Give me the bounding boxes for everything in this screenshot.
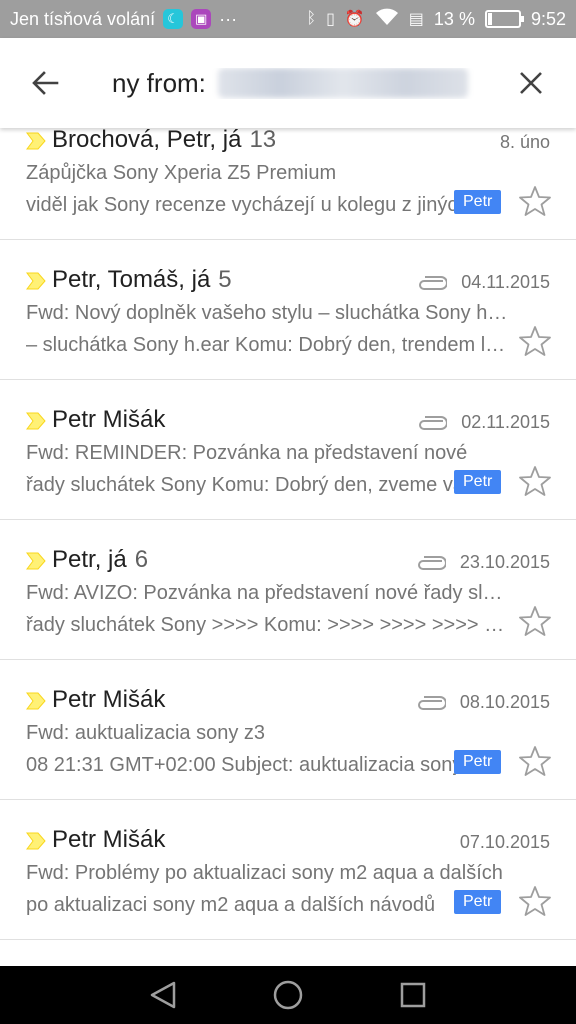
arrow-back-icon [32, 71, 59, 95]
battery-text: 13 % [433, 8, 475, 29]
email-list: Brochová, Petr, já 13 8. úno Zápůjčka Sony … [0, 100, 576, 940]
more-notifications-icon: ··· [219, 8, 238, 29]
battery-icon [484, 10, 524, 28]
back-button[interactable] [0, 38, 90, 128]
label-badge: Petr [454, 190, 502, 214]
email-sender: Petr Mišák [52, 686, 165, 714]
email-sender: Brochová, Petr, já 13 [52, 126, 276, 154]
email-subject: Fwd: AVIZO: Pozvánka na představení nové… [26, 582, 508, 604]
label-badge: Petr [454, 890, 502, 914]
email-subject: Fwd: Problémy po aktualizaci sony m2 aqu… [26, 862, 503, 884]
circle-home-icon [273, 980, 303, 1010]
status-left: Jen tísňová volání ☾ ▣ ··· [10, 9, 306, 30]
clear-search-button[interactable] [486, 38, 576, 128]
email-sender: Petr, Tomáš, já 5 [52, 266, 232, 294]
label-badge: Petr [454, 750, 502, 774]
sender-name: Petr Mišák [52, 686, 166, 713]
alarm-icon: ⏰ [344, 11, 365, 28]
date-text: 07.10.2015 [459, 832, 550, 852]
email-snippet: viděl jak Sony recenze vycházejí u koleg… [26, 194, 456, 216]
sender-name: Petr Mišák [52, 406, 166, 433]
date-text: 02.11.2015 [461, 412, 550, 432]
date-text: 8. úno [499, 132, 550, 152]
email-snippet: po aktualizaci sony m2 aqua a dalších ná… [26, 894, 436, 916]
email-snippet: 08 21:31 GMT+02:00 Subject: auktualizaci… [26, 754, 456, 776]
thread-count: 5 [218, 266, 232, 293]
importance-marker-icon[interactable] [26, 272, 46, 290]
sender-name: Brochová, Petr, já [52, 126, 242, 153]
bluetooth-icon: ᛒ [306, 10, 317, 27]
email-subject: Fwd: Nový doplněk vašeho stylu – sluchát… [26, 302, 508, 324]
sender-name: Petr, Tomáš, já [52, 266, 211, 293]
vibrate-icon: ▯ [326, 11, 335, 28]
star-icon[interactable] [518, 604, 552, 638]
status-bar: Jen tísňová volání ☾ ▣ ··· ᛒ ▯ ⏰ ▤ 13 % … [0, 0, 576, 38]
navigation-bar [0, 966, 576, 1024]
redacted-email [217, 68, 468, 98]
importance-marker-icon[interactable] [26, 832, 46, 850]
wifi-icon [375, 8, 399, 31]
email-date: 02.11.2015 [417, 412, 550, 433]
email-row[interactable]: Petr Mišák 07.10.2015 Fwd: Problémy po akt… [0, 800, 576, 940]
email-snippet: řady sluchátek Sony >>>> Komu: >>>> >>>>… [26, 614, 508, 636]
star-icon[interactable] [518, 744, 552, 778]
star-icon[interactable] [518, 464, 552, 498]
clock: 9:52 [530, 8, 566, 29]
email-date: 8. úno [500, 132, 550, 153]
star-icon[interactable] [518, 884, 552, 918]
email-sender: Petr Mišák [52, 406, 165, 434]
importance-marker-icon[interactable] [26, 132, 46, 150]
battery-fill [487, 13, 492, 25]
attachment-icon [419, 275, 448, 290]
email-row[interactable]: Petr Mišák 08.10.2015 Fwd: auktualizacia s… [0, 660, 576, 800]
email-date: 23.10.2015 [416, 552, 550, 573]
back-nav-button[interactable] [143, 975, 183, 1015]
label-badge: Petr [454, 470, 502, 494]
importance-marker-icon[interactable] [26, 412, 46, 430]
email-row[interactable]: Petr, Tomáš, já 5 04.11.2015 Fwd: Nový dopl… [0, 240, 576, 380]
email-row[interactable]: Petr, já 6 23.10.2015 Fwd: AVIZO: Pozvánka … [0, 520, 576, 660]
email-subject: Fwd: REMINDER: Pozvánka na představení n… [26, 442, 468, 464]
email-date: 08.10.2015 [416, 692, 550, 713]
email-subject: Zápůjčka Sony Xperia Z5 Premium [26, 162, 337, 184]
recents-nav-button[interactable] [393, 975, 433, 1015]
star-icon[interactable] [518, 184, 552, 218]
square-recents-icon [401, 982, 426, 1008]
search-bar: ny from: [0, 38, 576, 128]
email-date: 04.11.2015 [417, 272, 550, 293]
thread-count: 6 [134, 546, 149, 573]
importance-marker-icon[interactable] [26, 552, 46, 570]
status-right: ᛒ ▯ ⏰ ▤ 13 % 9:52 [306, 8, 566, 31]
search-query-text: ny from: [112, 67, 206, 98]
email-row[interactable]: Petr Mišák 02.11.2015 Fwd: REMINDER: Pozvá… [0, 380, 576, 520]
attachment-icon [417, 695, 446, 710]
sim-icon: ▤ [408, 11, 424, 28]
email-subject: Fwd: auktualizacia sony z3 [26, 722, 266, 744]
home-nav-button[interactable] [268, 975, 308, 1015]
sender-name: Petr Mišák [52, 826, 166, 853]
triangle-back-icon [150, 981, 175, 1009]
moon-app-icon: ☾ [163, 9, 184, 29]
attachment-icon [417, 555, 446, 570]
search-query[interactable]: ny from: [90, 68, 486, 99]
carrier-text: Jen tísňová volání [10, 8, 156, 29]
email-sender: Petr, já 6 [52, 546, 148, 574]
close-icon [520, 72, 542, 94]
date-text: 23.10.2015 [459, 552, 550, 572]
gallery-app-icon: ▣ [191, 9, 212, 29]
sender-name: Petr, já [52, 546, 127, 573]
thread-count: 13 [249, 126, 277, 153]
email-date: 07.10.2015 [460, 832, 550, 853]
date-text: 08.10.2015 [459, 692, 550, 712]
email-sender: Petr Mišák [52, 826, 165, 854]
attachment-icon [419, 415, 448, 430]
email-snippet: řady sluchátek Sony Komu: Dobrý den, zve… [26, 474, 456, 496]
importance-marker-icon[interactable] [26, 692, 46, 710]
email-snippet: – sluchátka Sony h.ear Komu: Dobrý den, … [26, 334, 508, 356]
date-text: 04.11.2015 [461, 272, 550, 292]
star-icon[interactable] [518, 324, 552, 358]
